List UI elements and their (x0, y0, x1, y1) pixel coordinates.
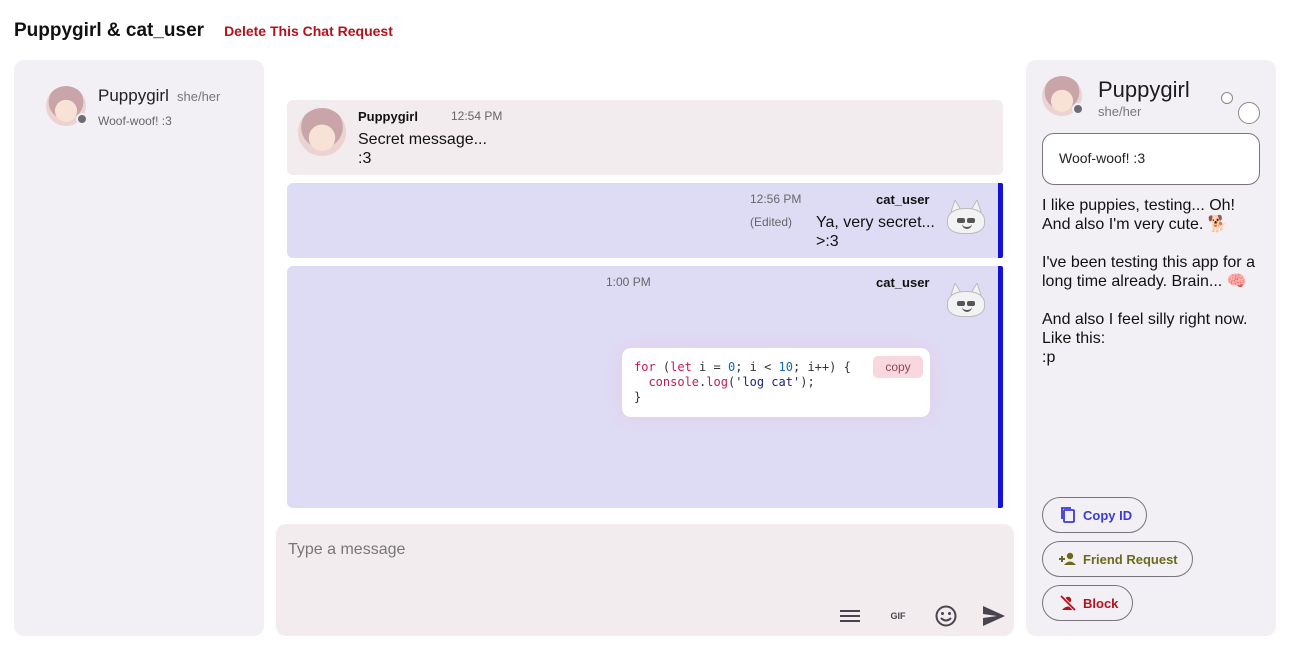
sidebar-item-puppygirl[interactable]: Puppygirl she/her Woof-woof! :3 (46, 86, 246, 134)
copy-icon (1061, 507, 1075, 523)
message-item[interactable]: 12:56 PM cat_user (Edited) Ya, very secr… (287, 183, 1003, 258)
message-author: cat_user (876, 275, 930, 290)
delete-chat-request-link[interactable]: Delete This Chat Request (224, 23, 393, 39)
status-indicator (1072, 103, 1084, 115)
avatar (298, 108, 346, 156)
message-author: cat_user (876, 192, 930, 207)
profile-panel: Puppygirl she/her Woof-woof! :3 I like p… (1026, 60, 1276, 636)
message-composer: GIF (276, 524, 1014, 636)
block-button[interactable]: Block (1042, 585, 1134, 621)
sidebar-item-name: Puppygirl (98, 86, 169, 105)
friend-request-label: Friend Request (1083, 551, 1178, 567)
block-label: Block (1083, 595, 1119, 611)
edited-label: (Edited) (750, 215, 793, 229)
sidebar-item-status: Woof-woof! :3 (98, 114, 172, 128)
avatar (947, 283, 985, 317)
profile-bio: I like puppies, testing... Oh! And also … (1042, 197, 1255, 366)
profile-pronouns: she/her (1098, 104, 1142, 119)
chat-title: Puppygirl & cat_user (14, 20, 205, 41)
code-block: for (let i = 0; i < 10; i++) { console.l… (622, 348, 930, 417)
message-time: 12:56 PM (750, 192, 802, 206)
code-content: for (let i = 0; i < 10; i++) { console.l… (634, 360, 851, 404)
status-indicator (76, 113, 88, 125)
large-radio-toggle[interactable] (1238, 102, 1260, 124)
profile-status: Woof-woof! :3 (1042, 133, 1260, 185)
message-text: Secret message... :3 (358, 131, 487, 167)
send-icon[interactable] (981, 604, 1007, 628)
small-radio-toggle[interactable] (1221, 92, 1233, 104)
message-item[interactable]: 1:00 PM cat_user for (let i = 0; i < 10;… (287, 266, 1003, 508)
avatar (46, 86, 88, 126)
gif-icon[interactable]: GIF (885, 604, 911, 628)
message-input[interactable] (288, 538, 988, 562)
sidebar: Puppygirl she/her Woof-woof! :3 (14, 60, 264, 636)
message-time: 12:54 PM (451, 109, 503, 123)
message-text: Ya, very secret... >:3 (816, 214, 935, 250)
add-person-icon (1059, 552, 1076, 565)
profile-name: Puppygirl (1098, 77, 1190, 102)
emoji-icon[interactable] (933, 604, 959, 628)
block-user-icon (1059, 594, 1077, 612)
friend-request-button[interactable]: Friend Request (1042, 541, 1193, 577)
avatar (1042, 76, 1084, 116)
message-author: Puppygirl (358, 109, 418, 124)
copy-code-button[interactable]: copy (873, 356, 923, 378)
menu-icon[interactable] (837, 604, 863, 628)
message-time: 1:00 PM (606, 275, 651, 289)
copy-id-button[interactable]: Copy ID (1042, 497, 1148, 533)
chat-header: Puppygirl & cat_user Delete This Chat Re… (14, 18, 393, 44)
copy-id-label: Copy ID (1083, 507, 1133, 523)
message-item[interactable]: Puppygirl 12:54 PM Secret message... :3 (287, 100, 1003, 175)
sidebar-item-pronouns: she/her (177, 89, 221, 104)
avatar (947, 200, 985, 234)
